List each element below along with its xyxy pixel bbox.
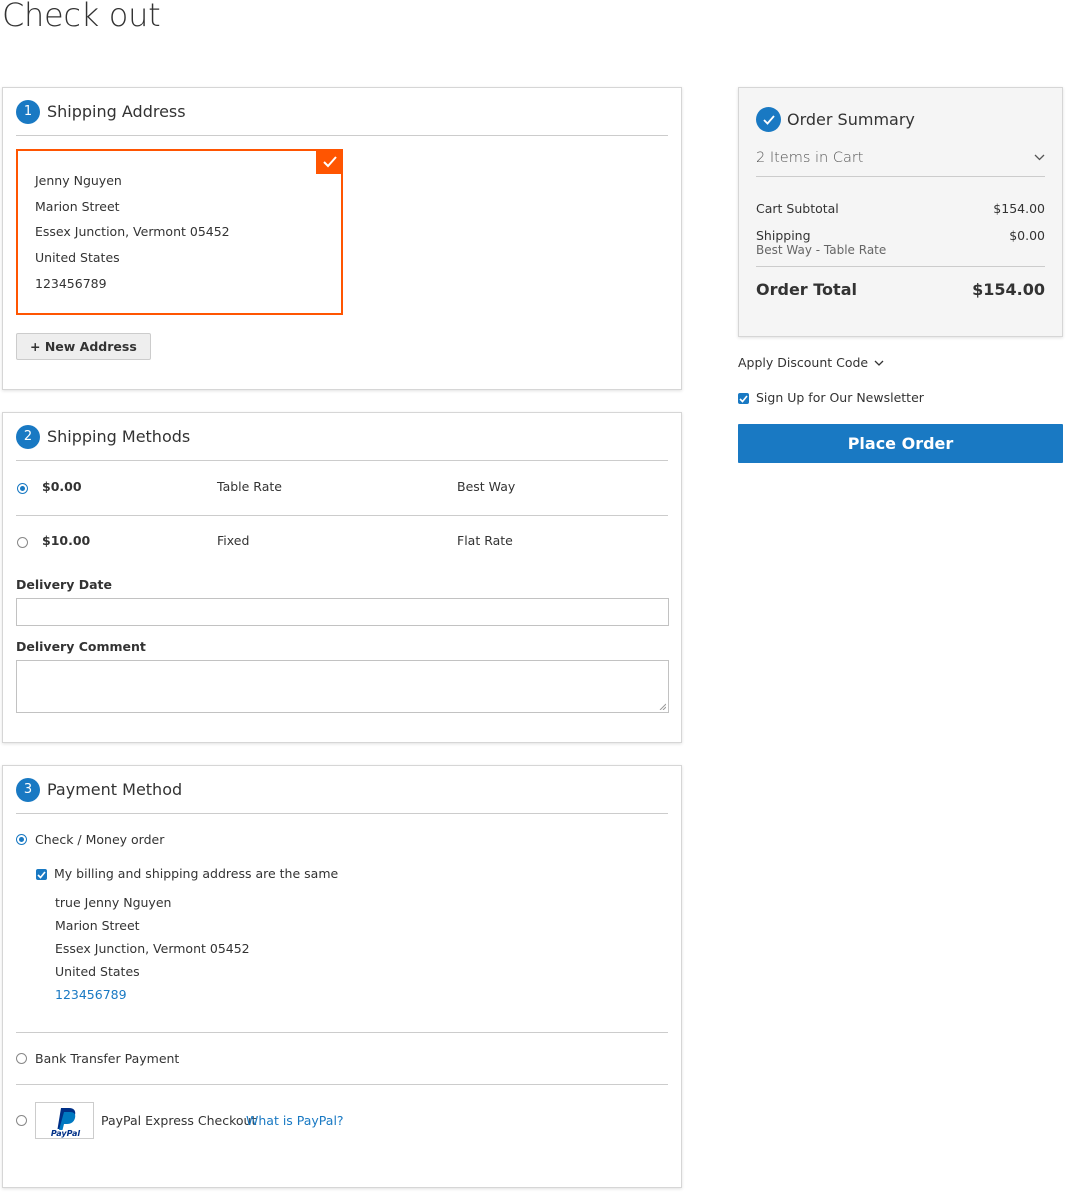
cart-subtotal-label: Cart Subtotal	[756, 201, 839, 216]
cart-subtotal-row: Cart Subtotal $154.00	[756, 201, 1045, 216]
apply-discount-toggle[interactable]: Apply Discount Code	[738, 355, 884, 370]
payment-option-label[interactable]: Bank Transfer Payment	[35, 1051, 179, 1066]
same-address-checkbox[interactable]	[36, 869, 47, 880]
billing-street: Marion Street	[55, 918, 140, 933]
section-title: Payment Method	[47, 780, 183, 799]
paypal-logo: PayPal	[35, 1102, 94, 1139]
order-summary: Order Summary 2 Items in Cart Cart Subto…	[738, 87, 1063, 337]
carrier-title: Best Way	[457, 479, 516, 494]
payment-option-label[interactable]: PayPal Express Checkout	[101, 1113, 256, 1128]
resize-grip-icon[interactable]	[659, 703, 666, 710]
chevron-down-icon	[874, 360, 884, 366]
shipping-methods-section: 2 Shipping Methods $0.00 Table Rate Best…	[2, 412, 682, 743]
divider	[16, 1084, 668, 1085]
address-name: Jenny Nguyen	[35, 173, 122, 188]
method-title: Fixed	[217, 533, 250, 548]
new-address-button[interactable]: + New Address	[16, 333, 151, 360]
cart-subtotal-value: $154.00	[993, 201, 1045, 216]
order-total-row: Order Total $154.00	[756, 280, 1045, 299]
shipping-address-section: 1 Shipping Address Jenny Nguyen Marion S…	[2, 87, 682, 390]
page-title: Check out	[2, 0, 161, 34]
order-total-value: $154.00	[972, 280, 1045, 299]
shipping-value: $0.00	[1009, 228, 1045, 243]
delivery-comment-textarea[interactable]	[16, 660, 669, 713]
method-title: Table Rate	[217, 479, 282, 494]
divider	[756, 266, 1045, 267]
newsletter-checkbox[interactable]	[738, 393, 749, 404]
address-phone: 123456789	[35, 276, 107, 291]
delivery-date-label: Delivery Date	[16, 577, 112, 592]
shipping-address-header: 1 Shipping Address	[16, 88, 668, 136]
step-number-badge: 3	[16, 777, 40, 802]
method-price: $10.00	[42, 533, 91, 548]
shipping-method-row[interactable]: $0.00 Table Rate Best Way	[16, 461, 668, 515]
address-street: Marion Street	[35, 199, 120, 214]
shipping-method-row[interactable]: $10.00 Fixed Flat Rate	[16, 515, 668, 569]
payment-radio-paypal[interactable]	[16, 1115, 27, 1126]
checkmark-icon	[756, 107, 781, 132]
what-is-paypal-link[interactable]: What is PayPal?	[246, 1113, 344, 1128]
payment-radio-checkmo[interactable]	[16, 834, 27, 845]
step-number-badge: 2	[16, 424, 40, 449]
checkmark-icon	[316, 149, 343, 174]
carrier-title: Flat Rate	[457, 533, 513, 548]
delivery-comment-label: Delivery Comment	[16, 639, 146, 654]
order-total-label: Order Total	[756, 280, 857, 299]
billing-name: true Jenny Nguyen	[55, 895, 172, 910]
svg-text:PayPal: PayPal	[51, 1129, 80, 1138]
shipping-methods-header: 2 Shipping Methods	[16, 413, 668, 461]
items-in-cart-toggle[interactable]: 2 Items in Cart	[756, 146, 1045, 177]
same-address-label[interactable]: My billing and shipping address are the …	[54, 866, 338, 881]
newsletter-signup[interactable]: Sign Up for Our Newsletter	[738, 390, 924, 405]
payment-method-header: 3 Payment Method	[16, 766, 668, 814]
payment-option-label[interactable]: Check / Money order	[35, 832, 164, 847]
chevron-down-icon	[1034, 154, 1045, 161]
shipping-label: Shipping	[756, 228, 811, 243]
billing-phone-link[interactable]: 123456789	[55, 987, 127, 1002]
shipping-method-radio[interactable]	[17, 537, 28, 548]
delivery-date-input[interactable]	[16, 598, 669, 626]
address-city: Essex Junction, Vermont 05452	[35, 224, 230, 239]
payment-method-section: 3 Payment Method Check / Money order My …	[2, 765, 682, 1188]
apply-discount-label: Apply Discount Code	[738, 355, 869, 370]
paypal-icon: PayPal	[51, 1108, 80, 1138]
payment-radio-bank-transfer[interactable]	[16, 1053, 27, 1064]
step-number-badge: 1	[16, 99, 40, 124]
newsletter-label: Sign Up for Our Newsletter	[756, 390, 924, 405]
address-country: United States	[35, 250, 120, 265]
divider	[16, 1032, 668, 1033]
shipping-row: Shipping $0.00 Best Way - Table Rate	[756, 228, 1045, 257]
place-order-button[interactable]: Place Order	[738, 424, 1063, 463]
shipping-method-summary: Best Way - Table Rate	[756, 243, 887, 257]
billing-city: Essex Junction, Vermont 05452	[55, 941, 250, 956]
items-in-cart-label: 2 Items in Cart	[756, 150, 864, 166]
method-price: $0.00	[42, 479, 82, 494]
order-summary-title: Order Summary	[787, 110, 915, 129]
billing-country: United States	[55, 964, 140, 979]
section-title: Shipping Address	[47, 102, 186, 121]
section-title: Shipping Methods	[47, 427, 191, 446]
shipping-method-radio[interactable]	[17, 483, 28, 494]
selected-address-card[interactable]: Jenny Nguyen Marion Street Essex Junctio…	[16, 149, 343, 315]
